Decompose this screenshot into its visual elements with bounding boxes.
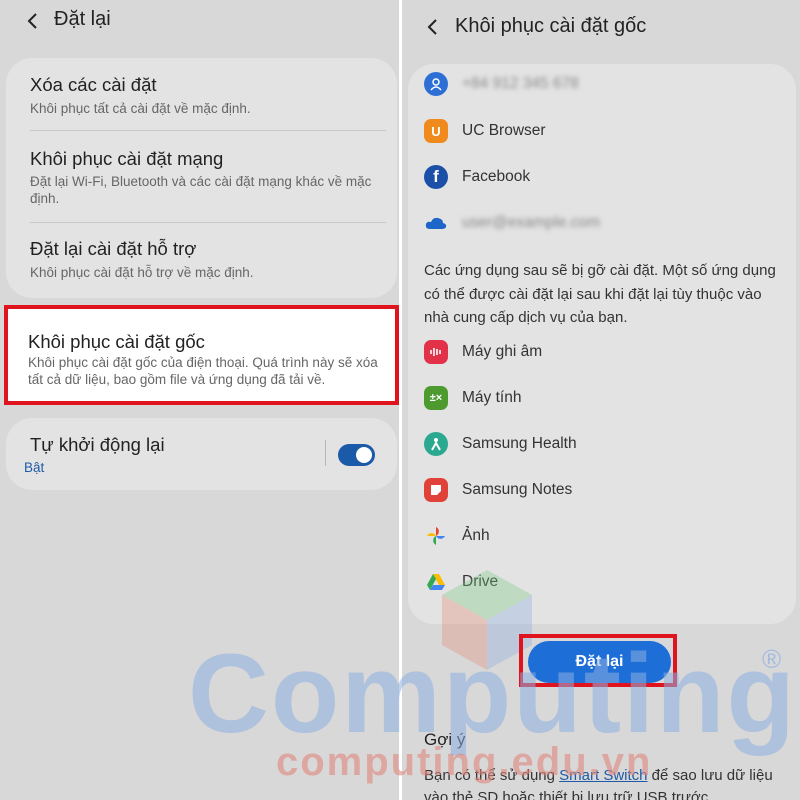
factory-reset-item[interactable]: Khôi phục cài đặt gốc Khôi phục cài đặt … <box>4 305 399 405</box>
app-name: Máy ghi âm <box>462 343 543 360</box>
calculator-icon: ±× <box>424 386 448 410</box>
app-row: Ảnh <box>424 522 490 550</box>
reset-accessibility-title: Đặt lại cài đặt hỗ trợ <box>30 238 197 259</box>
samsung-health-icon <box>424 432 448 456</box>
app-row: Máy ghi âm <box>424 338 542 366</box>
reset-network-title: Khôi phục cài đặt mạng <box>30 148 224 169</box>
account-row: user@example.com <box>424 209 600 237</box>
watermark-site: computing.edu.vn <box>276 740 653 784</box>
app-name: Ảnh <box>462 527 490 544</box>
account-name: user@example.com <box>462 214 601 231</box>
account-name: +84 912 345 678 <box>462 75 579 92</box>
factory-reset-title: Khôi phục cài đặt gốc <box>28 331 205 352</box>
reset-accessibility-desc: Khôi phục cài đặt hỗ trợ về mặc định. <box>30 265 254 280</box>
back-button[interactable] <box>420 12 444 42</box>
auto-restart-title: Tự khởi động lại <box>30 434 165 455</box>
facebook-icon: f <box>424 165 448 189</box>
samsung-notes-icon <box>424 478 448 502</box>
watermark-brand: Computing <box>188 631 797 756</box>
app-name: Samsung Notes <box>462 481 573 498</box>
page-title: Đặt lại <box>54 8 111 30</box>
toggle-divider <box>325 440 326 466</box>
google-photos-icon <box>424 524 448 548</box>
account-name: Facebook <box>462 168 531 185</box>
chevron-left-icon <box>27 13 37 29</box>
samsung-account-icon <box>424 72 448 96</box>
app-row: Samsung Notes <box>424 476 572 504</box>
uninstall-note: Các ứng dụng sau sẽ bị gỡ cài đặt. Một s… <box>424 262 776 326</box>
back-button[interactable] <box>20 6 44 36</box>
reset-network-desc: Đặt lại Wi-Fi, Bluetooth và các cài đặt … <box>30 174 372 206</box>
account-row: U UC Browser <box>424 117 546 145</box>
reset-settings-desc: Khôi phục tất cả cài đặt về mặc định. <box>30 101 251 116</box>
toggle-knob <box>356 447 372 463</box>
app-row: Samsung Health <box>424 430 577 458</box>
reset-options-card: Xóa các cài đặt Khôi phục tất cả cài đặt… <box>6 58 397 298</box>
app-name: Máy tính <box>462 389 522 406</box>
divider <box>30 130 386 131</box>
factory-reset-desc: Khôi phục cài đặt gốc của điện thoại. Qu… <box>28 355 378 387</box>
chevron-left-icon <box>427 19 437 35</box>
watermark-registered: ® <box>762 644 782 674</box>
auto-restart-toggle[interactable] <box>338 444 375 466</box>
account-row: f Facebook <box>424 163 530 191</box>
voice-recorder-icon <box>424 340 448 364</box>
page-title: Khôi phục cài đặt gốc <box>455 15 647 37</box>
onedrive-icon <box>424 211 448 235</box>
account-name: UC Browser <box>462 122 546 139</box>
auto-restart-status: Bật <box>24 460 45 475</box>
uc-browser-icon: U <box>424 119 448 143</box>
divider <box>30 222 386 223</box>
reset-settings-title: Xóa các cài đặt <box>30 74 157 95</box>
app-name: Samsung Health <box>462 435 577 452</box>
account-row: +84 912 345 678 <box>424 70 579 98</box>
app-row: ±× Máy tính <box>424 384 521 412</box>
